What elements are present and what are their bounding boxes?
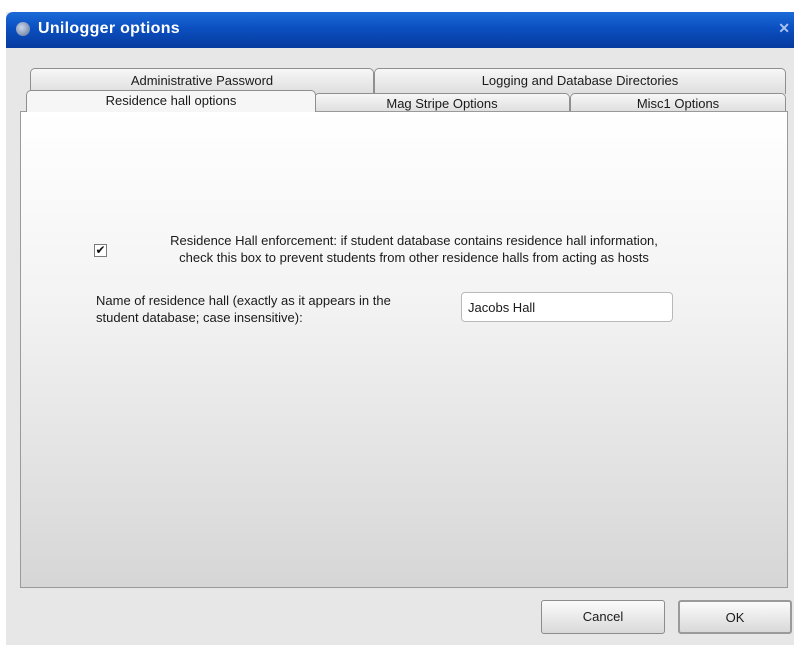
tab-label: Logging and Database Directories <box>481 73 679 88</box>
enforcement-label: Residence Hall enforcement: if student d… <box>114 232 714 266</box>
tab-panel-residence-hall <box>20 111 788 588</box>
residence-hall-name-input[interactable] <box>461 292 673 322</box>
residence-hall-enforcement-checkbox[interactable]: ✔ <box>94 244 107 257</box>
app-icon <box>16 22 30 36</box>
cancel-button[interactable]: Cancel <box>541 600 665 634</box>
name-label-line2: student database; case insensitive): <box>96 310 303 325</box>
checkmark-icon: ✔ <box>95 243 106 257</box>
tab-residence-hall-options[interactable]: Residence hall options <box>26 90 316 112</box>
residence-hall-name-label: Name of residence hall (exactly as it ap… <box>96 292 456 326</box>
tab-label: Mag Stripe Options <box>386 96 498 111</box>
window-title: Unilogger options <box>38 20 180 37</box>
enforcement-label-line2: check this box to prevent students from … <box>179 250 649 265</box>
ok-button[interactable]: OK <box>678 600 792 634</box>
tab-label: Administrative Password <box>130 73 274 88</box>
close-icon[interactable]: ✕ <box>778 20 790 37</box>
title-bar[interactable]: Unilogger options ✕ <box>6 12 794 48</box>
tab-label: Residence hall options <box>105 93 237 108</box>
tab-label: Misc1 Options <box>636 96 720 111</box>
name-label-line1: Name of residence hall (exactly as it ap… <box>96 293 391 308</box>
tab-misc1-options[interactable]: Misc1 Options <box>570 93 786 112</box>
enforcement-label-line1: Residence Hall enforcement: if student d… <box>170 233 658 248</box>
tab-mag-stripe-options[interactable]: Mag Stripe Options <box>314 93 570 112</box>
tab-logging-database-directories[interactable]: Logging and Database Directories <box>374 68 786 94</box>
